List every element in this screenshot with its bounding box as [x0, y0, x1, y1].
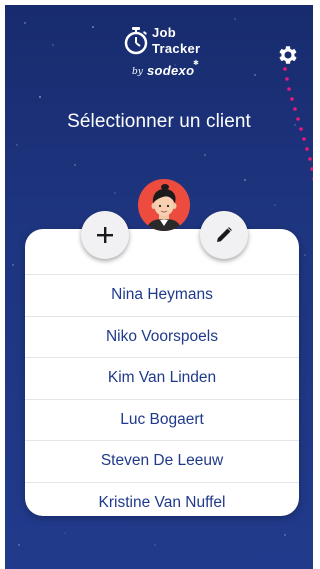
plus-icon	[97, 227, 113, 243]
page-title: Sélectionner un client	[67, 111, 251, 132]
pencil-icon	[217, 227, 232, 242]
client-item[interactable]: Kim Van Linden	[25, 357, 299, 399]
app-screen: Job Tracker by sodexo ✱ Sélectionner un …	[5, 5, 313, 569]
edit-client-button[interactable]	[200, 211, 248, 259]
client-item[interactable]: Niko Voorspoels	[25, 315, 299, 358]
client-item[interactable]: Steven De Leeuw	[25, 440, 299, 482]
client-list: Nina Heymans Niko Voorspoels Kim Van Lin…	[25, 274, 299, 523]
logo-text-by: by	[132, 67, 143, 77]
client-item[interactable]: Kristine Van Nuffel	[25, 481, 299, 524]
gear-icon[interactable]	[275, 43, 299, 67]
add-client-button[interactable]	[81, 211, 129, 259]
client-list-card: Nina Heymans Niko Voorspoels Kim Van Lin…	[25, 229, 299, 516]
logo-text-tracker: Tracker	[152, 41, 201, 56]
avatar	[138, 179, 190, 231]
logo-text-job: Job	[152, 25, 177, 40]
user-avatar-icon	[146, 184, 182, 231]
client-item[interactable]: Luc Bogaert	[25, 398, 299, 441]
stopwatch-icon	[124, 27, 148, 55]
client-item[interactable]: Nina Heymans	[25, 274, 299, 316]
job-tracker-logo: Job Tracker by sodexo ✱	[120, 25, 210, 91]
sodexo-star-icon: ✱	[193, 60, 199, 67]
sodexo-brand: sodexo	[147, 63, 195, 78]
